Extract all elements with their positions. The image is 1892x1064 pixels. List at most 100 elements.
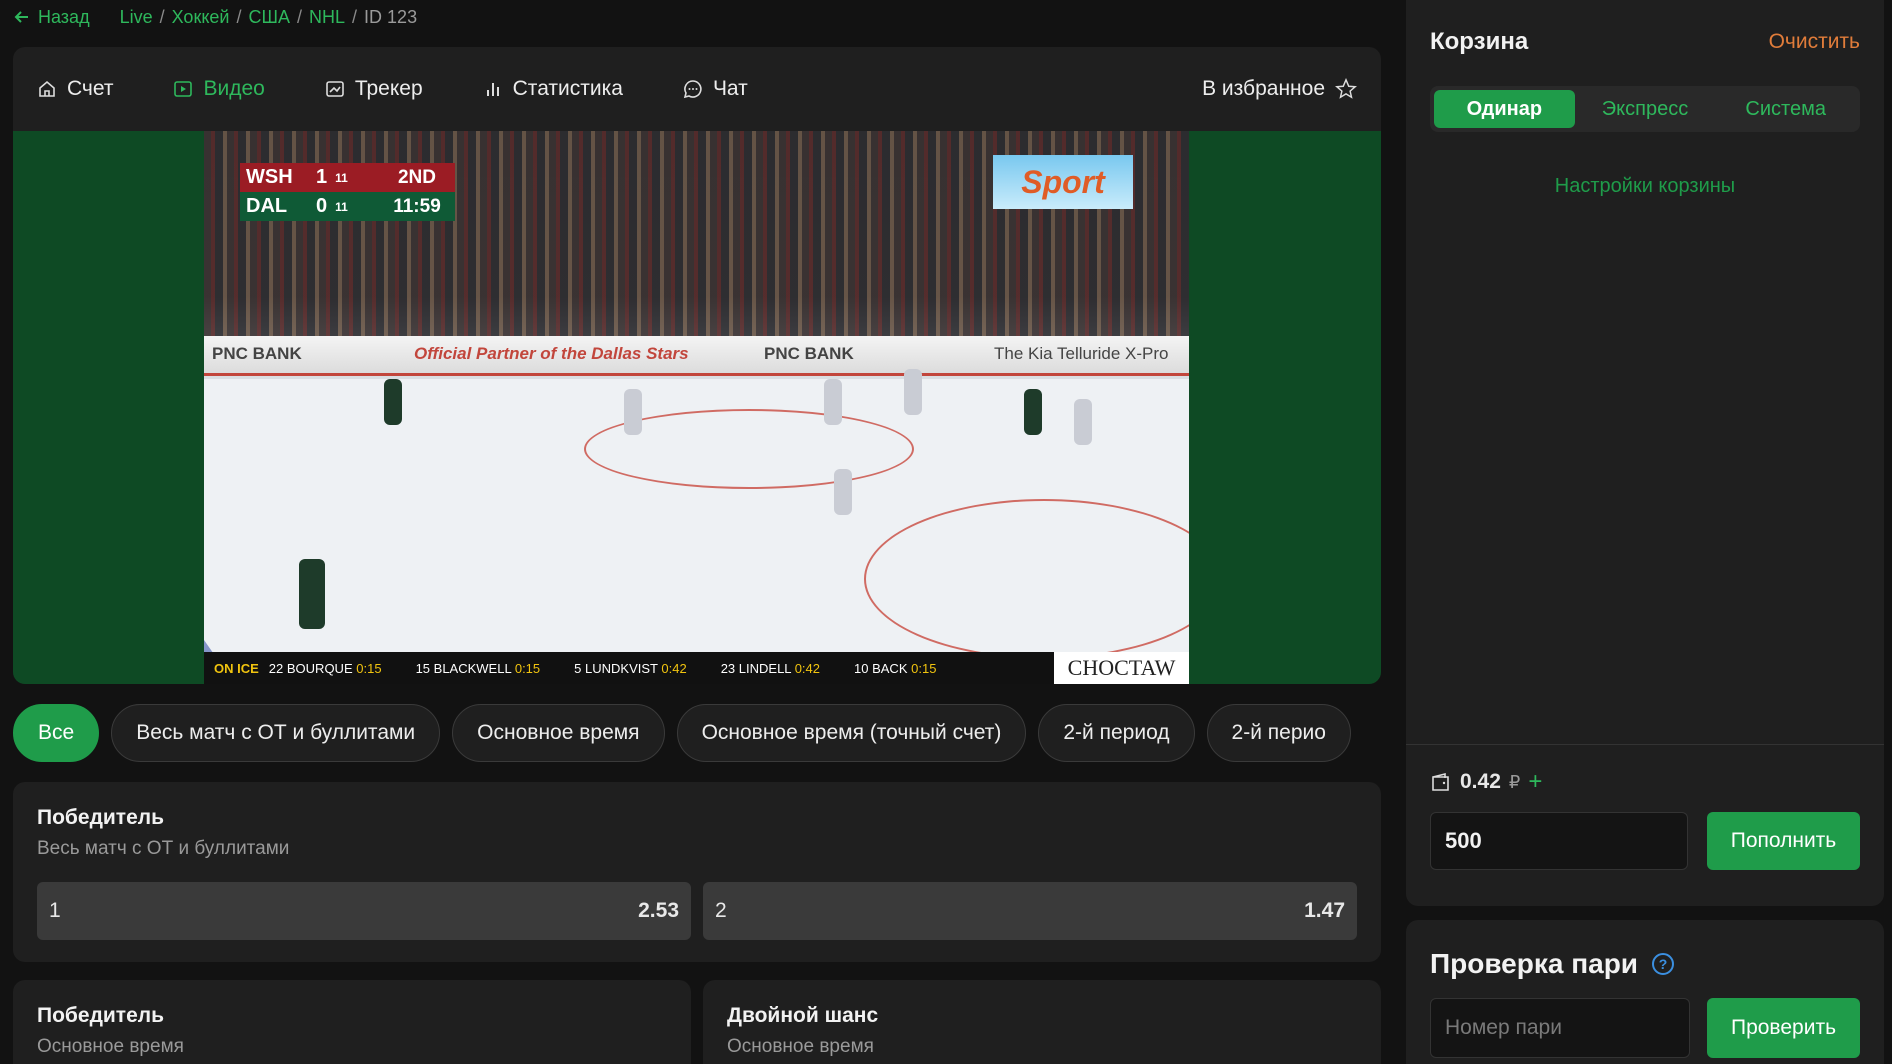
divider [1406, 744, 1884, 745]
sport-logo: Sport [993, 155, 1133, 209]
bet-number-input[interactable] [1430, 998, 1690, 1058]
wallet-icon [1432, 772, 1449, 791]
board-ad: PNC BANK [764, 344, 854, 363]
filter-all[interactable]: Все [13, 704, 100, 762]
breadcrumb-live[interactable]: Live [120, 7, 153, 28]
tab-label: Чат [712, 77, 748, 100]
player [1024, 389, 1042, 435]
favorites-label: В избранное [1202, 77, 1325, 100]
market-subtitle: Основное время [727, 1036, 874, 1057]
game-clock: 11:59 [393, 196, 441, 217]
ticker-player: 15 BLACKWELL 0:15 [415, 660, 541, 676]
breadcrumb-usa[interactable]: США [248, 7, 290, 28]
on-ice-label: ON ICE [214, 660, 259, 676]
faceoff-circle [864, 499, 1189, 659]
add-to-favorites-button[interactable]: В избранное [1202, 47, 1357, 131]
page: Назад Live / Хоккей / США / NHL / ID 123… [0, 0, 1892, 1064]
event-tabbar: Счет Видео Трекер Статистика Чат В избра… [13, 47, 1381, 131]
odd-label: 2 [715, 899, 727, 922]
board-ad: The Kia Telluride X-Pro [994, 344, 1169, 363]
filter-2nd-period[interactable]: 2-й период [1038, 704, 1195, 762]
period: 2ND [397, 167, 436, 188]
bet-type-system[interactable]: Система [1715, 90, 1856, 128]
player [834, 469, 852, 515]
market-subtitle: Основное время [37, 1036, 184, 1057]
market-winner-regular: Победитель Основное время [13, 980, 691, 1064]
market-subtitle: Весь матч с ОТ и буллитами [37, 838, 290, 859]
topup-button[interactable]: Пополнить [1707, 812, 1860, 870]
odd-button-1[interactable]: 1 2.53 [37, 882, 691, 940]
tab-chat[interactable]: Чат [683, 77, 748, 101]
ticker-player: 5 LUNDKVIST 0:42 [574, 660, 687, 676]
player [1074, 399, 1092, 445]
video-boards: PNC BANK Official Partner of the Dallas … [204, 336, 1189, 376]
tab-score[interactable]: Счет [37, 77, 113, 101]
breadcrumb-separator: / [352, 6, 358, 27]
odd-value: 1.47 [1304, 899, 1345, 922]
on-ice-ticker: ON ICE 22 BOURQUE 0:15 15 BLACKWELL 0:15… [204, 652, 1189, 684]
filter-regular-time-exact[interactable]: Основное время (точный счет) [676, 704, 1027, 762]
ticker-player: 10 BACK 0:15 [854, 660, 937, 676]
player [904, 369, 922, 415]
bar-chart-icon [486, 83, 499, 96]
player [384, 379, 402, 425]
tab-video[interactable]: Видео [173, 77, 265, 101]
filter-regular-time[interactable]: Основное время [452, 704, 665, 762]
scorebug-info: 2ND 11:59 [387, 163, 447, 221]
filter-2nd-period-more[interactable]: 2-й перио [1206, 704, 1351, 762]
team2-name: DAL [246, 195, 288, 217]
player [299, 559, 325, 629]
team2-sog: 11 [335, 199, 348, 214]
chat-icon [683, 80, 702, 99]
tab-label: Счет [67, 77, 114, 100]
bet-check-title-row: Проверка пари ? [1430, 948, 1675, 980]
check-bet-button[interactable]: Проверить [1707, 998, 1860, 1058]
back-link[interactable]: Назад [14, 7, 90, 28]
breadcrumb: Назад Live / Хоккей / США / NHL / ID 123 [14, 6, 417, 28]
breadcrumb-nhl[interactable]: NHL [309, 7, 345, 28]
market-winner-full: Победитель Весь матч с ОТ и буллитами 1 … [13, 782, 1381, 962]
balance-amount: 0.42 [1460, 770, 1501, 793]
odd-label: 1 [49, 899, 61, 922]
play-icon [174, 81, 193, 97]
ticker-brand: CHOCTAW [1054, 652, 1189, 684]
tab-label: Статистика [512, 77, 623, 100]
bet-check-panel: Проверка пари ? Проверить [1406, 920, 1884, 1064]
bet-type-single[interactable]: Одинар [1434, 90, 1575, 128]
help-icon[interactable]: ? [1652, 953, 1675, 975]
clear-basket-button[interactable]: Очистить [1769, 30, 1860, 54]
market-filters: Все Весь матч с ОТ и буллитами Основное … [13, 704, 1381, 764]
market-title: Двойной шанс [727, 1004, 879, 1027]
add-funds-icon[interactable]: + [1528, 768, 1542, 796]
basket-settings-link[interactable]: Настройки корзины [1406, 175, 1884, 198]
breadcrumb-separator: / [236, 6, 242, 27]
ticker-player: 23 LINDELL 0:42 [720, 660, 820, 676]
odd-value: 2.53 [638, 899, 679, 922]
filter-full-match[interactable]: Весь матч с ОТ и буллитами [111, 704, 441, 762]
bet-type-switch: Одинар Экспресс Система [1430, 86, 1860, 132]
basket-title: Корзина [1430, 28, 1529, 55]
balance-currency: ₽ [1508, 771, 1521, 792]
stake-input[interactable] [1431, 828, 1739, 854]
tab-label: Видео [203, 77, 265, 100]
market-title: Победитель [37, 806, 165, 829]
market-double-chance: Двойной шанс Основное время [703, 980, 1381, 1064]
team1-name: WSH [246, 166, 293, 188]
main-column: Счет Видео Трекер Статистика Чат В избра… [13, 47, 1381, 684]
video-player[interactable]: PNC BANK Official Partner of the Dallas … [204, 131, 1189, 684]
breadcrumb-current: ID 123 [364, 6, 418, 27]
stake-field: + − [1430, 812, 1755, 870]
odd-button-2[interactable]: 2 1.47 [703, 882, 1357, 940]
bet-check-title: Проверка пари [1430, 948, 1639, 979]
board-ad: PNC BANK [212, 344, 302, 363]
back-label: Назад [38, 6, 90, 27]
balance: 0.42 ₽ + [1430, 768, 1542, 796]
board-ad: Official Partner of the Dallas Stars [414, 344, 689, 363]
scorebug: WSH 1 11 DAL 0 11 2ND 11:59 [240, 163, 455, 221]
bet-type-express[interactable]: Экспресс [1575, 90, 1716, 128]
tab-tracker[interactable]: Трекер [325, 77, 423, 101]
team2-score: 0 [316, 195, 328, 217]
breadcrumb-hockey[interactable]: Хоккей [172, 7, 230, 28]
tab-statistics[interactable]: Статистика [483, 77, 623, 101]
market-title: Победитель [37, 1004, 165, 1027]
